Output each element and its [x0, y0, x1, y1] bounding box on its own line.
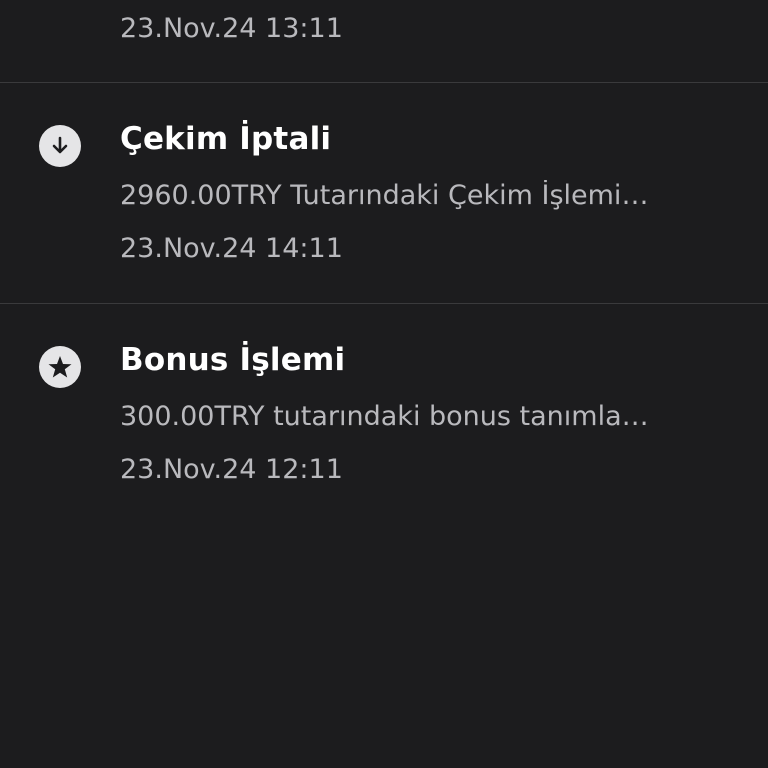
notification-item[interactable]: Çekim İptali 2960.00TRY Tutarındaki Çeki…	[0, 83, 768, 304]
notification-description: 2960.00TRY Tutarındaki Çekim İşlemi…	[120, 180, 649, 211]
notification-item[interactable]: Bonus İşlemi 300.00TRY tutarındaki bonus…	[0, 304, 768, 525]
star-circle-icon	[39, 346, 81, 388]
notification-date: 23.Nov.24 13:11	[120, 13, 343, 44]
notification-date: 23.Nov.24 14:11	[120, 233, 343, 264]
notification-description: 300.00TRY tutarındaki bonus tanımla…	[120, 401, 649, 432]
notification-title: Çekim İptali	[120, 121, 332, 157]
notification-date: 23.Nov.24 12:11	[120, 454, 343, 485]
notification-title: Bonus İşlemi	[120, 342, 346, 378]
notification-list: 23.Nov.24 13:11 Çekim İptali 2960.00TRY …	[0, 0, 768, 768]
notification-item[interactable]: 23.Nov.24 13:11	[0, 0, 768, 83]
arrow-down-circle-icon	[39, 125, 81, 167]
